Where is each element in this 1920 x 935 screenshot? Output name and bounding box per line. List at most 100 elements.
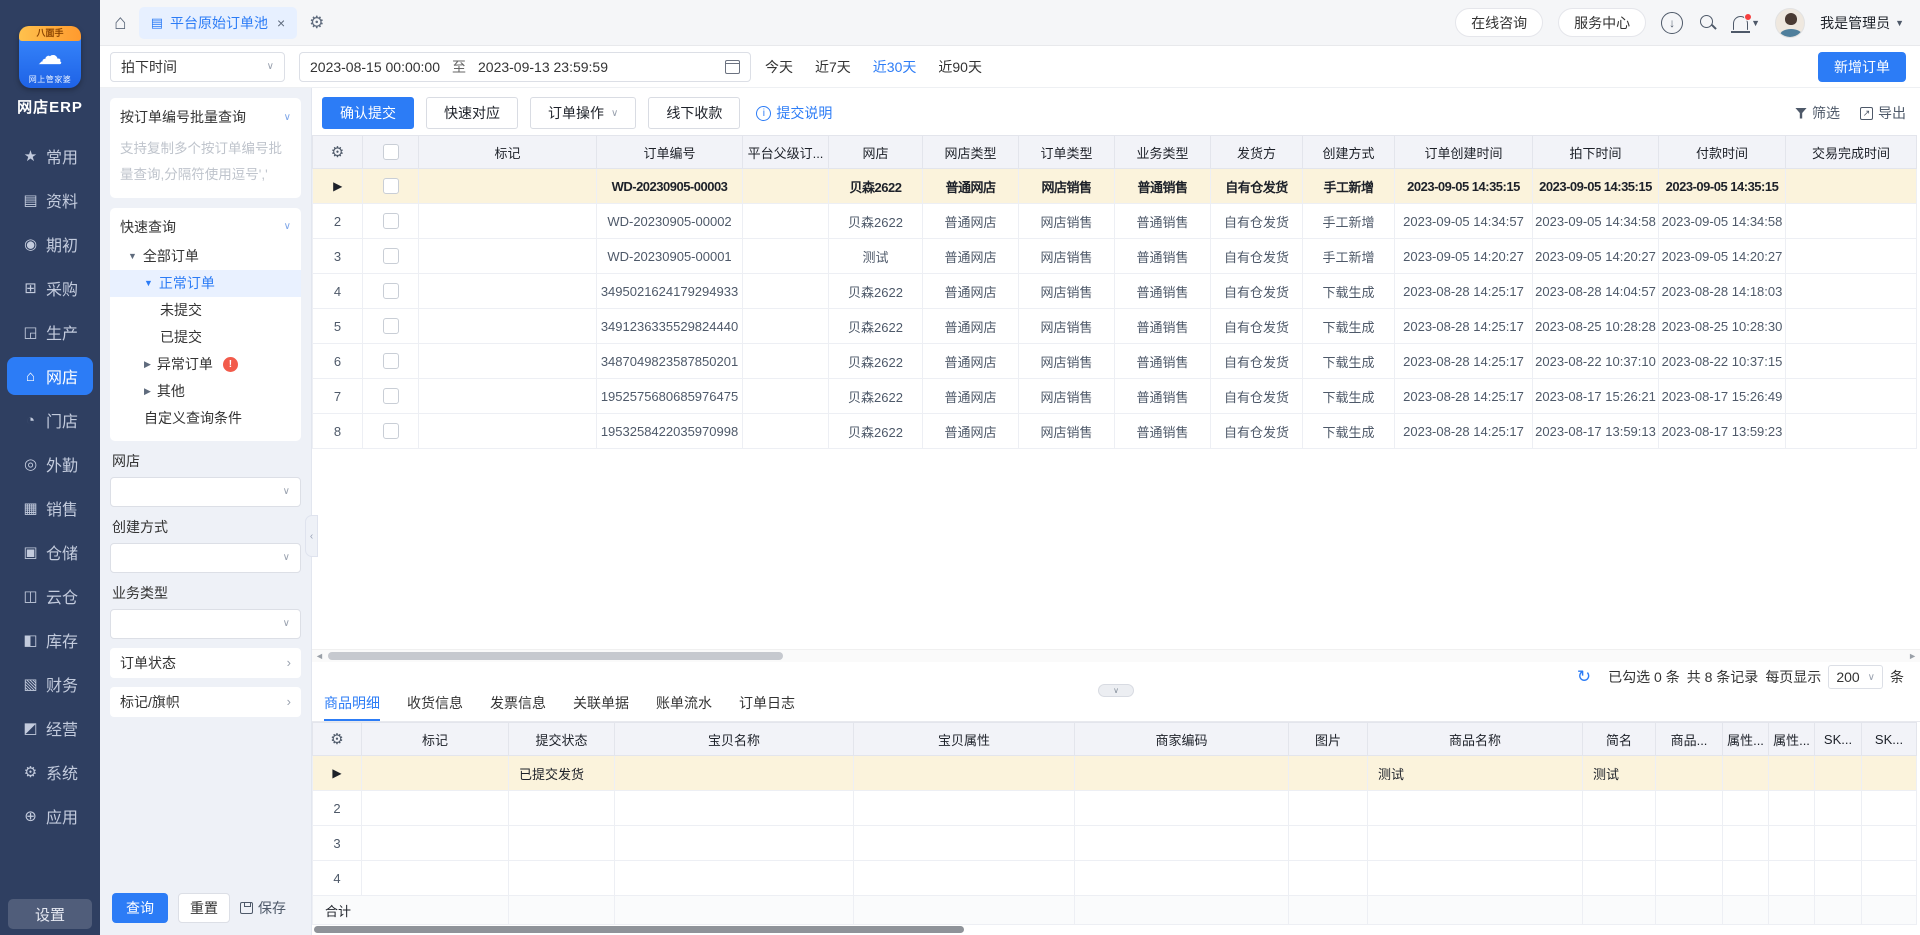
search-icon[interactable]	[1698, 13, 1718, 33]
quick-filter-1[interactable]: 近7天	[815, 57, 851, 77]
tree-item-5[interactable]: ▶其他	[110, 378, 301, 405]
order-row[interactable]: ▶WD-20230905-00003贝森2622普通网店网店销售普通销售自有仓发…	[313, 169, 1917, 204]
filter-columns-button[interactable]: 筛选	[1795, 103, 1840, 123]
toolbar-button-2[interactable]: 线下收款	[648, 97, 740, 129]
detail-tab-3[interactable]: 关联单据	[573, 693, 629, 721]
collapsed-section-1[interactable]: 标记/旗帜›	[110, 687, 301, 717]
sidebar-item-warehouse[interactable]: ▣仓储	[7, 533, 93, 571]
toolbar-button-0[interactable]: 快速对应	[426, 97, 518, 129]
row-checkbox[interactable]	[383, 178, 399, 194]
tabs-settings-gear-icon[interactable]: ⚙	[309, 13, 324, 33]
home-icon[interactable]: ⌂	[114, 12, 127, 33]
tree-item-3[interactable]: 已提交	[110, 324, 301, 351]
sidebar-item-label: 期初	[46, 232, 78, 256]
save-button[interactable]: 保存	[240, 898, 286, 918]
tree-item-2[interactable]: 未提交	[110, 297, 301, 324]
row-checkbox[interactable]	[383, 353, 399, 369]
scroll-right-icon[interactable]: ►	[1908, 651, 1917, 661]
detail-row[interactable]: ▶已提交发货测试测试	[313, 756, 1917, 791]
sidebar-item-field-work[interactable]: ◎外勤	[7, 445, 93, 483]
sidebar-item-apps[interactable]: ⊕应用	[7, 797, 93, 835]
sidebar-item-cloud-warehouse[interactable]: ◫云仓	[7, 577, 93, 615]
tree-item-0[interactable]: ▼全部订单	[110, 243, 301, 270]
row-checkbox[interactable]	[383, 283, 399, 299]
order-row[interactable]: 2WD-20230905-00002贝森2622普通网店网店销售普通销售自有仓发…	[313, 204, 1917, 239]
detail-tab-4[interactable]: 账单流水	[656, 693, 712, 721]
sidebar-item-sales[interactable]: ▦销售	[7, 489, 93, 527]
sidebar-item-system[interactable]: ⚙系统	[7, 753, 93, 791]
batch-query-header[interactable]: 按订单编号批量查询 ∨	[120, 107, 291, 127]
sidebar-item-initial[interactable]: ◉期初	[7, 225, 93, 263]
order-row[interactable]: 3WD-20230905-00001测试普通网店网店销售普通销售自有仓发货手工新…	[313, 239, 1917, 274]
detail-tab-2[interactable]: 发票信息	[490, 693, 546, 721]
detail-collapse-handle[interactable]: ∨	[1098, 684, 1134, 697]
quick-filter-0[interactable]: 今天	[765, 57, 793, 77]
order-row[interactable]: 71952575680685976475贝森2622普通网店网店销售普通销售自有…	[313, 379, 1917, 414]
tree-item-6[interactable]: 自定义查询条件	[110, 405, 301, 432]
new-order-button[interactable]: 新增订单	[1818, 52, 1906, 82]
scroll-left-icon[interactable]: ◄	[315, 651, 324, 661]
sidebar-item-inventory[interactable]: ◧库存	[7, 621, 93, 659]
order-row[interactable]: 63487049823587850201贝森2622普通网店网店销售普通销售自有…	[313, 344, 1917, 379]
collapsed-section-0[interactable]: 订单状态›	[110, 648, 301, 678]
toolbar-button-1[interactable]: 订单操作∨	[530, 97, 636, 129]
user-menu[interactable]: 我是管理员 ▼	[1820, 13, 1904, 33]
sidebar-item-production[interactable]: ◲生产	[7, 313, 93, 351]
detail-row[interactable]: 3	[313, 826, 1917, 861]
reset-button[interactable]: 重置	[178, 893, 230, 923]
sidebar-item-finance[interactable]: ▧财务	[7, 665, 93, 703]
batch-query-textarea[interactable]: 支持复制多个按订单编号批量查询,分隔符使用逗号','	[120, 136, 291, 189]
select-all-checkbox[interactable]	[383, 144, 399, 160]
select-1[interactable]: ∨	[110, 543, 301, 573]
refresh-icon[interactable]: ↻	[1577, 667, 1591, 687]
columns-gear-icon[interactable]: ⚙	[313, 136, 363, 169]
select-2[interactable]: ∨	[110, 609, 301, 639]
avatar[interactable]	[1775, 8, 1805, 38]
row-checkbox[interactable]	[383, 318, 399, 334]
row-checkbox[interactable]	[383, 423, 399, 439]
query-button[interactable]: 查询	[112, 893, 168, 923]
export-button[interactable]: ↗ 导出	[1860, 103, 1906, 123]
tab-platform-order-pool[interactable]: ▤ 平台原始订单池 ×	[139, 7, 297, 39]
sidebar-settings-button[interactable]: 设置	[8, 899, 92, 929]
order-cell	[419, 309, 597, 344]
row-checkbox[interactable]	[383, 213, 399, 229]
submit-help-link[interactable]: i 提交说明	[756, 103, 832, 123]
detail-row[interactable]: 4	[313, 861, 1917, 896]
order-row[interactable]: 81953258422035970998贝森2622普通网店网店销售普通销售自有…	[313, 414, 1917, 449]
select-0[interactable]: ∨	[110, 477, 301, 507]
orders-hscroll-thumb[interactable]	[328, 652, 783, 660]
quick-query-header[interactable]: 快速查询 ∨	[120, 217, 291, 237]
sidebar-item-store[interactable]: ◔门店	[7, 401, 93, 439]
confirm-submit-button[interactable]: 确认提交	[322, 97, 414, 129]
detail-row[interactable]: 2	[313, 791, 1917, 826]
online-consult-button[interactable]: 在线咨询	[1455, 8, 1543, 37]
detail-tab-1[interactable]: 收货信息	[407, 693, 463, 721]
sidebar-item-docs[interactable]: ▤资料	[7, 181, 93, 219]
quick-filter-2[interactable]: 近30天	[873, 57, 917, 77]
quick-filter-3[interactable]: 近90天	[938, 57, 982, 77]
sidebar-item-purchase[interactable]: ⊞采购	[7, 269, 93, 307]
download-icon[interactable]: ↓	[1661, 12, 1683, 34]
order-row[interactable]: 43495021624179294933贝森2622普通网店网店销售普通销售自有…	[313, 274, 1917, 309]
detail-tab-5[interactable]: 订单日志	[739, 693, 795, 721]
service-center-button[interactable]: 服务中心	[1558, 8, 1646, 37]
order-cell: 普通销售	[1115, 379, 1211, 414]
sidebar-item-star[interactable]: ★常用	[7, 137, 93, 175]
detail-hscroll-thumb[interactable]	[314, 926, 964, 933]
tree-item-4[interactable]: ▶异常订单!	[110, 351, 301, 378]
panel-collapse-handle[interactable]: ‹	[305, 515, 318, 557]
order-row[interactable]: 53491236335529824440贝森2622普通网店网店销售普通销售自有…	[313, 309, 1917, 344]
tab-close-icon[interactable]: ×	[277, 15, 285, 31]
time-field-select[interactable]: 拍下时间 ∨	[110, 52, 285, 82]
detail-tab-0[interactable]: 商品明细	[324, 693, 380, 721]
row-checkbox[interactable]	[383, 388, 399, 404]
sidebar-item-online-shop[interactable]: ⌂网店	[7, 357, 93, 395]
per-page-select[interactable]: 200 ∨	[1828, 665, 1883, 689]
date-range-input[interactable]: 2023-08-15 00:00:00 至 2023-09-13 23:59:5…	[299, 52, 751, 82]
row-checkbox[interactable]	[383, 248, 399, 264]
notification-bell[interactable]: ▼	[1733, 16, 1760, 30]
sidebar-item-operation[interactable]: ◩经营	[7, 709, 93, 747]
columns-gear-icon[interactable]: ⚙	[313, 723, 362, 756]
tree-item-1[interactable]: ▼正常订单	[110, 270, 301, 297]
